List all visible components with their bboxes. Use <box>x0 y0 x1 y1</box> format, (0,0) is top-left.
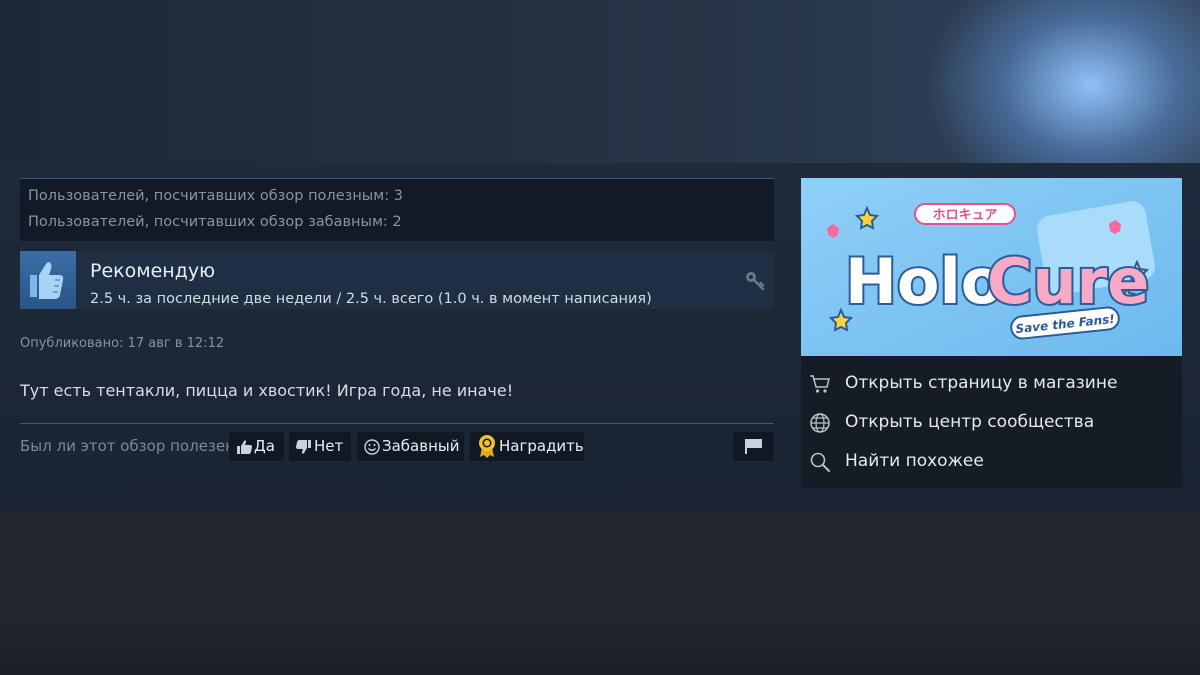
globe-icon <box>810 413 830 433</box>
logo-badge-text: ホロキュア <box>933 208 998 223</box>
background-banner <box>0 0 1200 163</box>
vote-no-button[interactable]: Нет <box>289 432 351 461</box>
funny-count: Пользователей, посчитавших обзор забавны… <box>28 214 402 230</box>
vote-no-label: Нет <box>314 437 344 455</box>
find-similar-label: Найти похожее <box>845 451 984 471</box>
recommendation-label: Рекомендую <box>90 260 216 282</box>
thumbs-up-badge <box>20 251 76 309</box>
vote-yes-button[interactable]: Да <box>229 432 284 461</box>
search-icon <box>810 452 830 472</box>
cart-icon <box>810 375 830 393</box>
game-sidebar: ホロキュア Holo Cure Save the Fans! Открыть с… <box>801 178 1182 488</box>
vote-yes-label: Да <box>254 437 275 455</box>
award-label: Наградить <box>499 437 584 455</box>
recommendation-header: Рекомендую 2.5 ч. за последние две недел… <box>20 251 774 309</box>
vote-funny-label: Забавный <box>382 437 460 455</box>
thumbs-up-icon <box>30 262 64 299</box>
thumbs-up-icon <box>237 439 252 454</box>
vote-funny-button[interactable]: Забавный <box>357 432 464 461</box>
award-icon <box>479 434 495 458</box>
community-hub-link[interactable]: Открыть центр сообщества <box>809 410 1169 436</box>
find-similar-link[interactable]: Найти похожее <box>809 449 1169 475</box>
logo-title-cure: Cure <box>987 245 1149 318</box>
smiley-icon <box>364 438 380 455</box>
thumbs-down-icon <box>296 439 311 454</box>
logo-title-holo: Holo <box>845 245 1003 318</box>
playtime-text: 2.5 ч. за последние две недели / 2.5 ч. … <box>90 291 652 307</box>
helpful-count: Пользователей, посчитавших обзор полезны… <box>28 188 403 204</box>
helpful-question: Был ли этот обзор полезен? <box>20 437 243 455</box>
vote-summary: Пользователей, посчитавших обзор полезны… <box>20 178 774 241</box>
game-capsule-image[interactable]: ホロキュア Holo Cure Save the Fans! <box>801 178 1182 356</box>
flag-icon <box>745 439 762 454</box>
divider <box>20 423 774 424</box>
key-icon[interactable] <box>743 269 767 293</box>
report-button[interactable] <box>733 432 774 461</box>
store-page-link[interactable]: Открыть страницу в магазине <box>809 371 1169 397</box>
review-text: Тут есть тентакли, пицца и хвостик! Игра… <box>20 381 514 400</box>
background-footer <box>0 512 1200 675</box>
posted-date: Опубликовано: 17 авг в 12:12 <box>20 336 225 351</box>
award-button[interactable]: Наградить <box>470 432 584 461</box>
store-page-label: Открыть страницу в магазине <box>845 373 1118 393</box>
community-hub-label: Открыть центр сообщества <box>845 412 1095 432</box>
